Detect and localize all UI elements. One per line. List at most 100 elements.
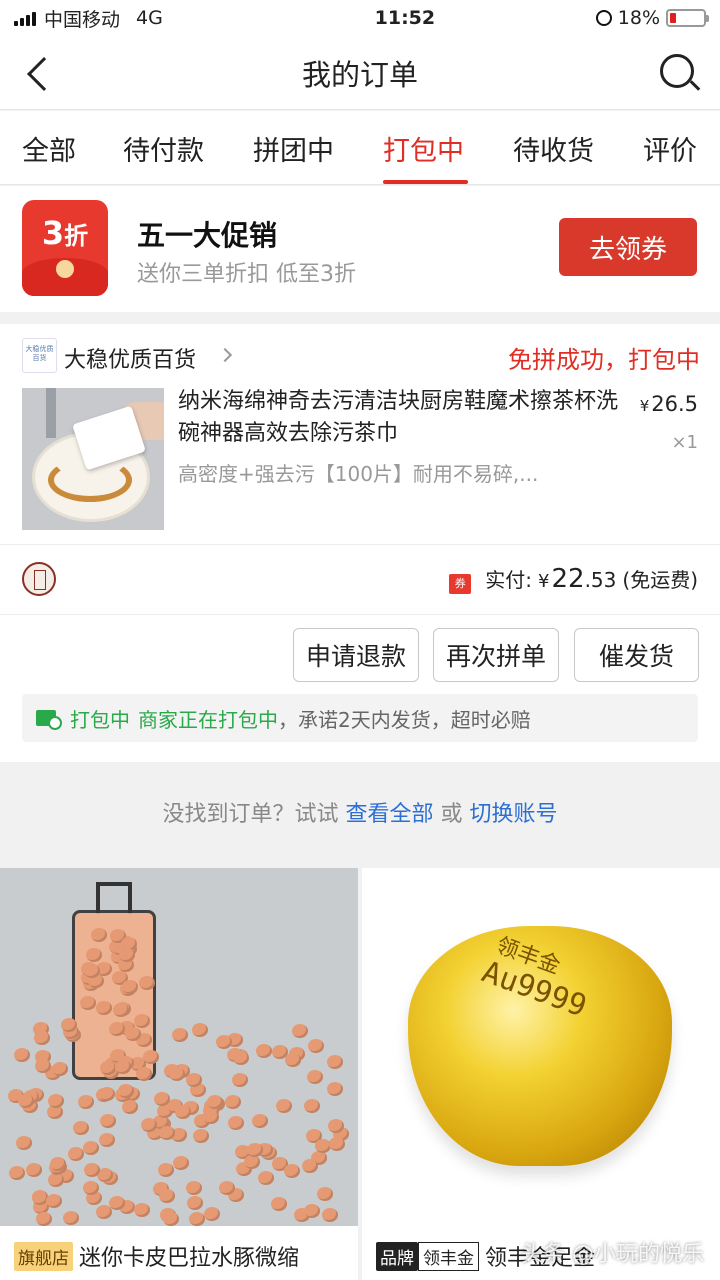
bead-shape	[135, 1067, 152, 1082]
bead-shape	[203, 1109, 220, 1124]
bead-shape	[192, 1129, 209, 1144]
shipping-fee: (免运费)	[622, 568, 698, 592]
bead-shape	[141, 1117, 158, 1132]
bead-shape	[26, 1163, 43, 1178]
bead-shape	[8, 1166, 25, 1181]
status-left: 中国移动 4G	[14, 5, 274, 32]
product-image[interactable]: 领丰金 Au9999	[362, 868, 720, 1226]
bead-shape	[329, 1137, 346, 1152]
product-spec: 高密度+强去污【100片】耐用不易碎,...	[178, 462, 539, 486]
view-all-link[interactable]: 查看全部	[345, 802, 433, 827]
refund-button[interactable]: 申请退款	[293, 628, 419, 682]
promo-title: 五一大促销	[137, 219, 278, 252]
bead-shape	[243, 1154, 260, 1169]
recommend-card[interactable]: 旗舰店 迷你卡皮巴拉水豚微缩	[0, 868, 358, 1280]
battery-fill	[670, 13, 676, 23]
tab-pending-payment[interactable]: 待付款	[123, 129, 204, 168]
tab-review[interactable]: 评价	[643, 129, 697, 168]
bead-shape	[157, 1162, 174, 1177]
discount-badge-icon: 3折	[22, 200, 108, 296]
total-amount: ¥22.53	[538, 564, 617, 594]
bead-shape	[225, 1094, 242, 1109]
brand-tag: 品牌	[376, 1241, 418, 1271]
bead-shape	[114, 1060, 131, 1075]
store-logo[interactable]: 大稳优质百货	[22, 338, 57, 373]
bead-shape	[134, 1203, 151, 1218]
search-button[interactable]	[656, 50, 702, 96]
bead-shape	[14, 1048, 31, 1063]
product-price: ¥26.5	[640, 392, 698, 416]
bead-shape	[326, 1081, 343, 1096]
bead-shape	[47, 1094, 64, 1109]
bead-shape	[307, 1069, 324, 1084]
switch-account-link[interactable]: 切换账号	[470, 802, 558, 827]
bead-shape	[36, 1212, 53, 1226]
bead-shape	[121, 979, 138, 994]
bead-shape	[108, 1195, 125, 1210]
get-coupon-button[interactable]: 去领券	[559, 218, 697, 276]
bead-shape	[33, 1031, 50, 1046]
recommend-card[interactable]: 领丰金 Au9999 品牌 领丰金 领丰金足金	[362, 868, 720, 1280]
store-name[interactable]: 大稳优质百货	[64, 342, 196, 374]
note-promise: ，承诺2天内发货，超时必赔	[278, 707, 531, 732]
hint-prefix: 没找到订单？试试	[162, 802, 339, 827]
bead-shape	[231, 1073, 248, 1088]
product-quantity: ×1	[671, 432, 698, 453]
bead-shape	[63, 1211, 80, 1226]
bead-shape	[317, 1186, 334, 1201]
tab-group-buying[interactable]: 拼团中	[253, 129, 334, 168]
note-merchant: 商家正在打包中	[138, 707, 278, 732]
back-button[interactable]	[22, 54, 62, 94]
no-order-hint: 没找到订单？试试 查看全部 或 切换账号	[0, 796, 720, 828]
bead-shape	[252, 1114, 269, 1129]
divider	[0, 614, 720, 615]
bead-shape	[187, 1195, 204, 1210]
bead-shape	[83, 1141, 100, 1156]
total-line: 券 实付: ¥22.53 (免运费)	[449, 564, 698, 594]
bead-shape	[228, 1115, 245, 1130]
nav-header: 我的订单	[0, 36, 720, 110]
bead-shape	[189, 1212, 206, 1226]
faucet-shape	[46, 388, 56, 438]
bead-shape	[308, 1038, 325, 1053]
bead-shape	[96, 1001, 113, 1016]
bead-shape	[99, 1113, 116, 1128]
coin-dot	[56, 260, 74, 278]
tab-packing[interactable]: 打包中	[383, 129, 464, 168]
product-image[interactable]	[0, 868, 358, 1226]
bead-shape	[303, 1203, 320, 1218]
tab-to-receive[interactable]: 待收货	[513, 129, 594, 168]
bead-shape	[233, 1051, 250, 1066]
clock: 11:52	[374, 7, 436, 29]
chevron-right-icon	[217, 347, 233, 363]
bead-shape	[17, 1094, 34, 1109]
bead-shape	[143, 1050, 160, 1065]
bead-shape	[192, 1022, 209, 1037]
bead-shape	[270, 1197, 287, 1212]
promo-banner[interactable]: 3折 五一大促销 送你三单折扣 低至3折 去领券	[0, 186, 720, 312]
signal-icon	[14, 10, 36, 26]
shipping-note: 打包中 商家正在打包中 ，承诺2天内发货，超时必赔	[22, 694, 698, 742]
bead-shape	[171, 1028, 188, 1043]
tab-all[interactable]: 全部	[22, 129, 76, 168]
product-title[interactable]: 纳米海绵神奇去污清洁块厨房鞋魔术擦茶杯洗碗神器高效去除污茶巾	[178, 386, 618, 450]
bead-shape	[133, 1013, 150, 1028]
bead-shape	[303, 1099, 320, 1114]
recommend-title-text: 迷你卡皮巴拉水豚微缩	[79, 1246, 300, 1271]
regroup-button[interactable]: 再次拼单	[433, 628, 559, 682]
bead-shape	[51, 1061, 68, 1076]
urge-shipping-button[interactable]: 催发货	[574, 628, 699, 682]
bead-shape	[162, 1212, 179, 1226]
bead-shape	[275, 1098, 292, 1113]
flagship-tag: 旗舰店	[14, 1241, 73, 1271]
bead-shape	[203, 1207, 220, 1222]
price-currency: ¥	[639, 397, 650, 415]
product-image[interactable]	[22, 388, 164, 530]
bead-shape	[321, 1208, 338, 1223]
bead-shape	[186, 1180, 203, 1195]
order-card: 大稳优质百货 大稳优质百货 免拼成功，打包中 纳米海绵神奇去污清洁块厨房鞋魔术擦…	[0, 324, 720, 762]
status-bar: 中国移动 4G 11:52 18%	[0, 0, 720, 36]
bead-shape	[219, 1180, 236, 1195]
alarm-icon	[595, 10, 612, 26]
status-right: 18%	[595, 7, 709, 29]
